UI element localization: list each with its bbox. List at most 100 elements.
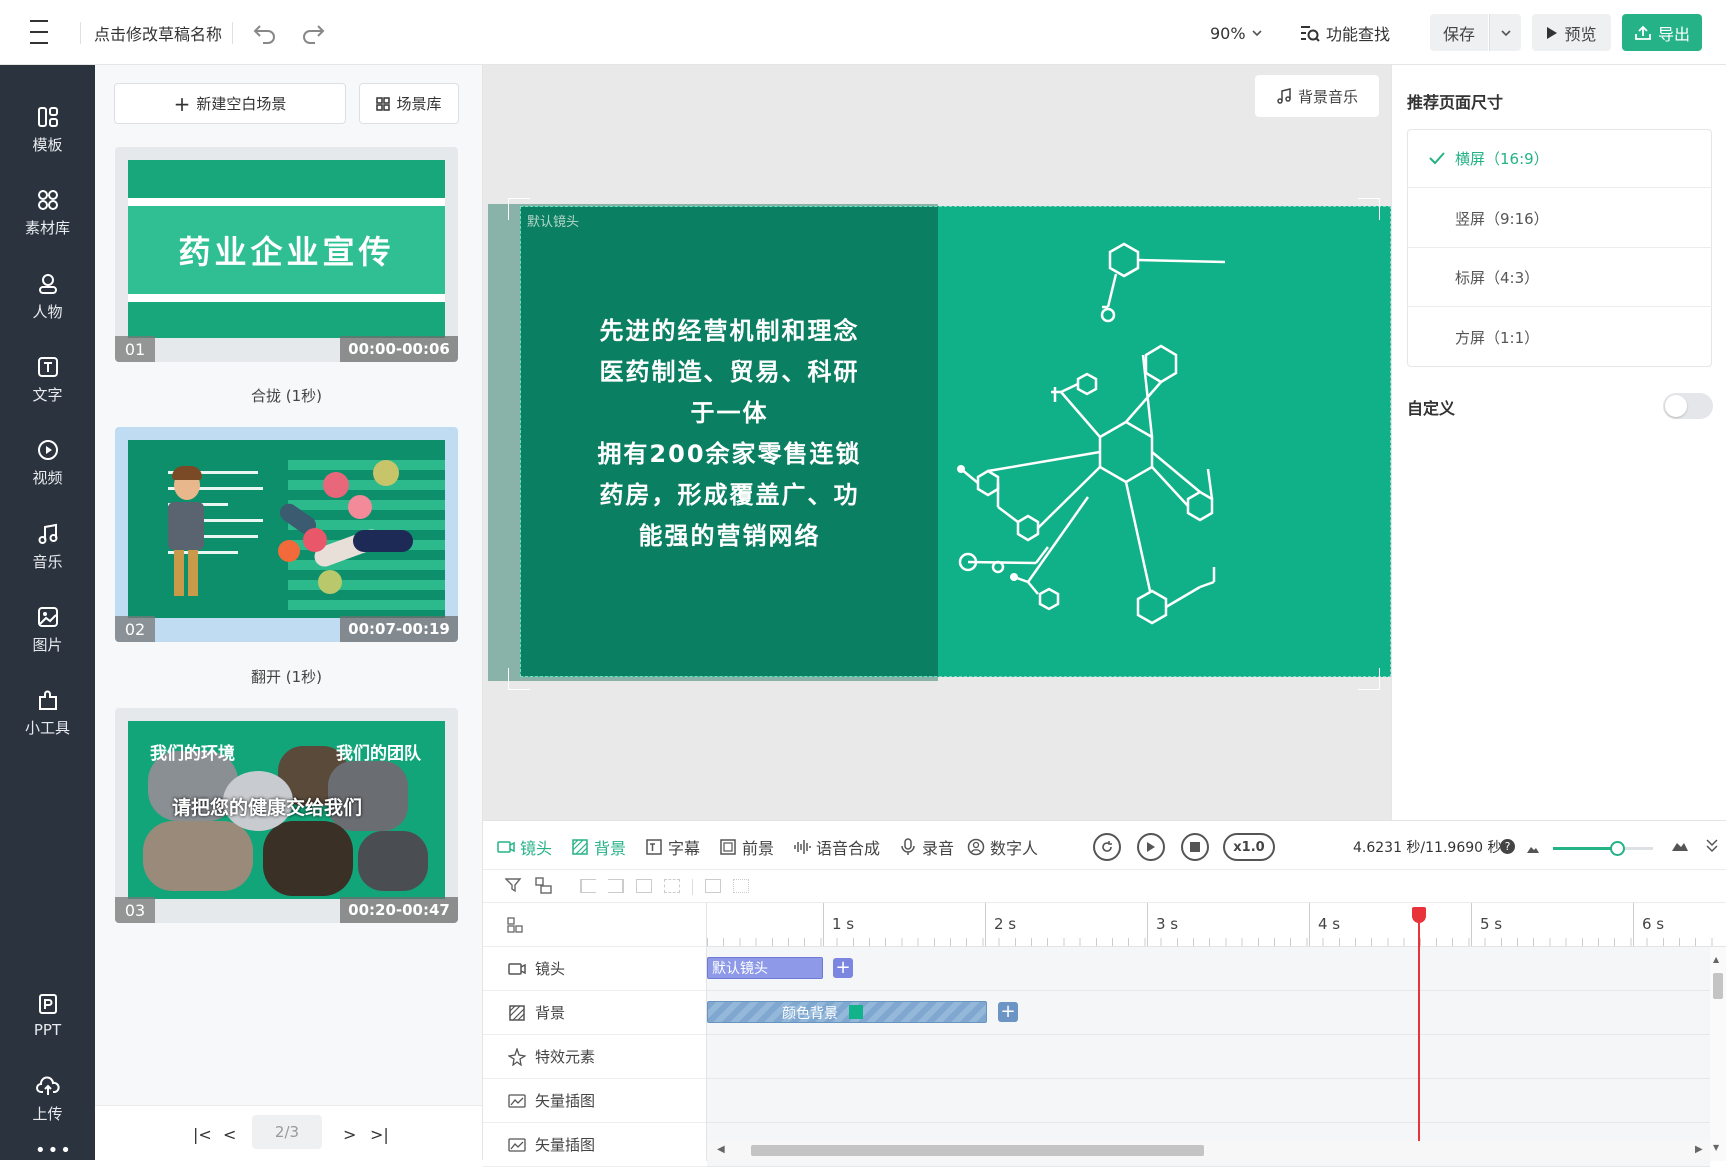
tab-background[interactable]: 背景 <box>571 835 626 859</box>
track-label-vector-2[interactable]: 矢量插图 <box>483 1123 707 1167</box>
track-row-effects[interactable] <box>707 1035 1710 1079</box>
track-name: 特效元素 <box>535 1048 596 1066</box>
stop-icon[interactable] <box>1181 833 1209 861</box>
save-dropdown[interactable] <box>1489 14 1521 51</box>
nav-people[interactable]: 人物 <box>0 257 95 337</box>
next-page-icon[interactable]: > <box>343 1125 356 1144</box>
nav-upload[interactable]: 上传 <box>0 1059 95 1139</box>
align-center-icon[interactable] <box>636 879 652 893</box>
camera-clip[interactable]: 默认镜头 <box>707 957 823 979</box>
nav-text[interactable]: 文字 <box>0 340 95 420</box>
character-figure <box>166 466 206 600</box>
scene-card-1[interactable]: 药业企业宣传 01 00:00-00:06 <box>115 147 458 362</box>
track-row-vector-1[interactable] <box>707 1079 1710 1123</box>
stage[interactable]: 先进的经营机制和理念 医药制造、贸易、科研 于一体 拥有200余家零售连锁 药房… <box>520 206 1391 677</box>
feature-search-button[interactable]: 功能查找 <box>1300 18 1390 48</box>
track-label-camera[interactable]: 镜头 <box>483 947 707 991</box>
nav-video[interactable]: 视频 <box>0 423 95 503</box>
scene-transition-2[interactable]: 翻开 (1秒) <box>115 666 458 687</box>
size-option-standard[interactable]: 标屏（4:3） <box>1407 248 1712 307</box>
background-clip[interactable]: 颜色背景 <box>707 1001 987 1023</box>
template-icon <box>36 105 60 129</box>
nav-tools[interactable]: 小工具 <box>0 673 95 753</box>
menu-icon[interactable] <box>26 20 52 44</box>
nav-music[interactable]: 音乐 <box>0 507 95 587</box>
undo-icon[interactable] <box>250 18 280 48</box>
horizontal-scrollbar[interactable]: ◀ ▶ <box>707 1141 1710 1159</box>
nav-assets[interactable]: 素材库 <box>0 173 95 253</box>
track-name: 矢量插图 <box>535 1092 596 1110</box>
scene-library-label: 场景库 <box>396 95 442 113</box>
zoom-out-icon[interactable] <box>1526 839 1540 858</box>
play-icon[interactable] <box>1137 833 1165 861</box>
ungroup-icon[interactable] <box>733 879 749 893</box>
music-icon <box>36 522 60 546</box>
track-grid-icon[interactable] <box>507 917 523 937</box>
zoom-select[interactable]: 90% <box>1210 18 1262 48</box>
timeline-zoom-slider[interactable] <box>1553 841 1653 856</box>
left-nav: 模板 素材库 人物 文字 视频 音乐 图片 小工具 PPT 上传 ••• <box>0 65 95 1161</box>
stage-text[interactable]: 先进的经营机制和理念 医药制造、贸易、科研 于一体 拥有200余家零售连锁 药房… <box>521 311 938 557</box>
export-button[interactable]: 导出 <box>1622 14 1702 51</box>
add-camera-button[interactable]: + <box>833 958 853 978</box>
tab-tts[interactable]: 语音合成 <box>793 835 880 859</box>
scene-time: 00:20-00:47 <box>340 897 458 923</box>
scene-thumb-title: 药业企业宣传 <box>128 206 445 294</box>
nav-template[interactable]: 模板 <box>0 90 95 170</box>
bg-music-button[interactable]: 背景音乐 <box>1255 75 1379 117</box>
group-icon[interactable] <box>705 879 721 893</box>
replay-icon[interactable] <box>1093 833 1121 861</box>
align-left-icon[interactable] <box>580 879 596 893</box>
music-icon <box>1277 88 1291 104</box>
redo-icon[interactable] <box>298 18 328 48</box>
nav-label: 素材库 <box>24 219 70 237</box>
tab-subtitle[interactable]: 字幕 <box>645 835 700 859</box>
track-row-camera[interactable]: 默认镜头 + <box>707 947 1710 991</box>
vertical-scrollbar[interactable]: ▲ ▼ <box>1710 947 1726 1161</box>
scene-transition-1[interactable]: 合拢 (1秒) <box>115 385 458 406</box>
more-icon[interactable]: ••• <box>35 1140 73 1161</box>
tab-digital-human[interactable]: 数字人 <box>967 835 1038 859</box>
scene-card-3[interactable]: 我们的环境 我们的团队 请把您的健康交给我们 03 00:20-00:47 <box>115 708 458 923</box>
zoom-in-icon[interactable] <box>1671 837 1689 856</box>
save-button[interactable]: 保存 <box>1430 14 1488 51</box>
preview-button[interactable]: 预览 <box>1532 14 1611 51</box>
track-label-effects[interactable]: 特效元素 <box>483 1035 707 1079</box>
tab-foreground[interactable]: 前景 <box>719 835 774 859</box>
draft-name[interactable]: 点击修改草稿名称 <box>94 18 222 48</box>
new-blank-scene-button[interactable]: + 新建空白场景 <box>114 83 346 124</box>
tab-label: 录音 <box>922 839 955 858</box>
prev-page-icon[interactable]: < <box>223 1125 236 1144</box>
custom-size-toggle[interactable] <box>1663 393 1713 419</box>
last-page-icon[interactable]: >| <box>370 1125 389 1144</box>
track-row-background[interactable]: 颜色背景 + <box>707 991 1710 1035</box>
tab-label: 背景 <box>594 839 627 858</box>
tab-record[interactable]: 录音 <box>899 835 954 859</box>
collapse-icon[interactable] <box>1705 837 1719 857</box>
distribute-icon[interactable] <box>664 879 680 893</box>
custom-size-label: 自定义 <box>1407 399 1456 418</box>
size-option-landscape[interactable]: 横屏（16:9） <box>1407 129 1712 188</box>
nav-label: 文字 <box>32 386 63 404</box>
size-option-portrait[interactable]: 竖屏（9:16） <box>1407 189 1712 248</box>
size-option-square[interactable]: 方屏（1:1） <box>1407 308 1712 367</box>
avatar-icon <box>967 838 985 856</box>
nav-ppt[interactable]: PPT <box>0 975 95 1055</box>
scene-library-button[interactable]: 场景库 <box>359 83 459 124</box>
time-ruler[interactable]: 1 s 2 s 3 s 4 s 5 s 6 s <box>707 903 1726 947</box>
first-page-icon[interactable]: |< <box>193 1125 212 1144</box>
filter-icon[interactable] <box>504 877 523 899</box>
layer-icon[interactable] <box>535 877 553 899</box>
video-icon <box>36 438 60 462</box>
speed-button[interactable]: x1.0 <box>1223 833 1275 861</box>
nav-image[interactable]: 图片 <box>0 590 95 670</box>
add-background-button[interactable]: + <box>998 1002 1018 1022</box>
track-label-vector-1[interactable]: 矢量插图 <box>483 1079 707 1123</box>
track-label-background[interactable]: 背景 <box>483 991 707 1035</box>
tab-camera[interactable]: 镜头 <box>497 835 552 859</box>
help-icon[interactable]: ? <box>1500 839 1515 854</box>
page-indicator[interactable]: 2/3 <box>252 1115 322 1149</box>
tick-label: 5 s <box>1480 915 1503 933</box>
align-right-icon[interactable] <box>608 879 624 893</box>
scene-card-2[interactable]: 02 00:07-00:19 <box>115 427 458 642</box>
